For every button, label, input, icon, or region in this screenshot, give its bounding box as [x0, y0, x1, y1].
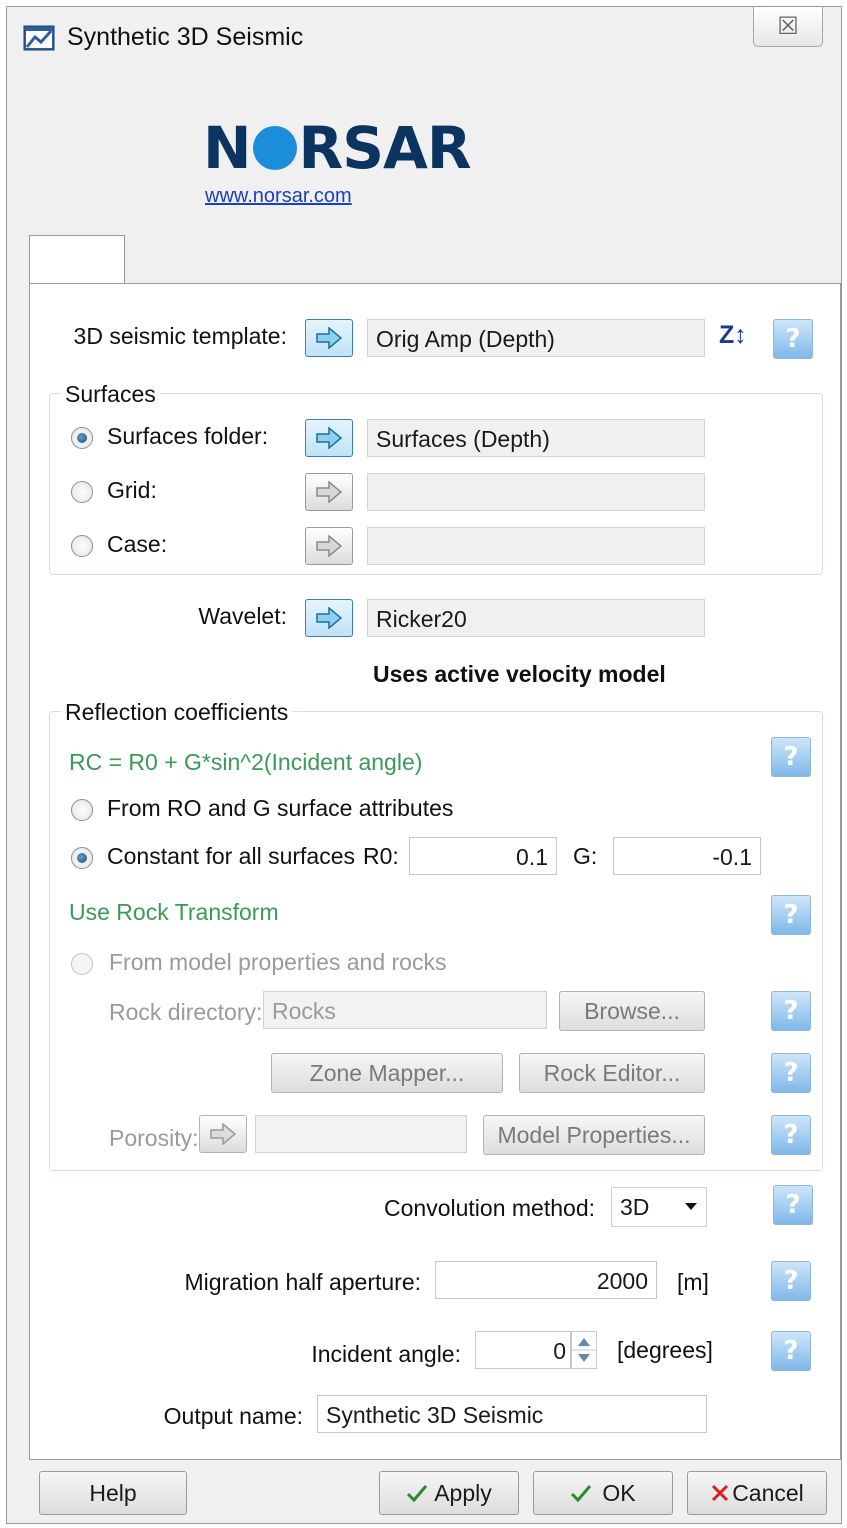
porosity-select-button[interactable]: [199, 1115, 247, 1153]
chevron-down-icon: [685, 1203, 697, 1210]
incident-unit-label: [degrees]: [617, 1337, 713, 1363]
rock-editor-help-icon[interactable]: ?: [771, 1053, 811, 1093]
rock-directory-field[interactable]: Rocks: [263, 991, 547, 1029]
rc-from-model-radio[interactable]: [71, 953, 93, 975]
porosity-help-icon[interactable]: ?: [771, 1115, 811, 1155]
right-arrow-icon: [316, 327, 342, 349]
norsar-logo: N RSAR: [203, 119, 483, 177]
output-name-label: Output name:: [163, 1403, 303, 1429]
migration-aperture-input[interactable]: 2000: [435, 1261, 657, 1299]
case-field[interactable]: [367, 527, 705, 565]
wavelet-field[interactable]: Ricker20: [367, 599, 705, 637]
case-label: Case:: [107, 531, 168, 557]
reflection-group-title: Reflection coefficients: [61, 699, 293, 726]
rc-from-attributes-label: From RO and G surface attributes: [107, 795, 454, 821]
rock-directory-help-icon[interactable]: ?: [771, 991, 811, 1031]
tab-main[interactable]: [29, 235, 125, 285]
window-title: Synthetic 3D Seismic: [67, 23, 304, 51]
wavelet-select-button[interactable]: [305, 599, 353, 637]
template-field[interactable]: Orig Amp (Depth): [367, 319, 705, 357]
rc-constant-radio[interactable]: [71, 847, 93, 869]
wavelet-label: Wavelet:: [198, 603, 287, 629]
template-select-button[interactable]: [305, 319, 353, 357]
r0-label: R0:: [363, 843, 399, 869]
right-arrow-icon: [316, 427, 342, 449]
rock-directory-label: Rock directory:: [109, 999, 263, 1025]
migration-aperture-label: Migration half aperture:: [184, 1269, 421, 1295]
convolution-method-label: Convolution method:: [384, 1195, 595, 1221]
apply-button[interactable]: Apply: [379, 1471, 519, 1515]
g-input[interactable]: -0.1: [613, 837, 761, 875]
incident-help-icon[interactable]: ?: [771, 1331, 811, 1371]
depth-domain-icon: Z↕: [719, 321, 747, 349]
migration-help-icon[interactable]: ?: [771, 1261, 811, 1301]
grid-field[interactable]: [367, 473, 705, 511]
template-help-icon[interactable]: ?: [773, 319, 813, 359]
checkmark-icon: [571, 1485, 592, 1503]
r0-input[interactable]: 0.1: [409, 837, 557, 875]
convolution-help-icon[interactable]: ?: [773, 1185, 813, 1225]
apply-label: Apply: [434, 1479, 492, 1506]
logo-circle-icon: [252, 126, 297, 170]
help-button[interactable]: Help: [39, 1471, 187, 1515]
surfaces-group-title: Surfaces: [61, 381, 160, 408]
rock-transform-help-icon[interactable]: ?: [771, 895, 811, 935]
case-select-button[interactable]: [305, 527, 353, 565]
migration-unit-label: [m]: [677, 1269, 709, 1295]
porosity-label: Porosity:: [109, 1125, 199, 1151]
close-icon: ☒: [777, 13, 799, 40]
cancel-button[interactable]: Cancel: [687, 1471, 827, 1515]
dialog-window: Synthetic 3D Seismic ☒ N RSAR www.norsar…: [6, 6, 842, 1524]
reflection-coefficients-group: [49, 711, 823, 1171]
title-bar: Synthetic 3D Seismic ☒: [7, 7, 841, 69]
velocity-model-note: Uses active velocity model: [373, 661, 666, 687]
surfaces-folder-radio[interactable]: [71, 427, 93, 449]
ok-button[interactable]: OK: [533, 1471, 673, 1515]
rock-transform-label: Use Rock Transform: [69, 899, 279, 925]
grid-select-button[interactable]: [305, 473, 353, 511]
surfaces-folder-field[interactable]: Surfaces (Depth): [367, 419, 705, 457]
porosity-field[interactable]: [255, 1115, 467, 1153]
browse-button[interactable]: Browse...: [559, 991, 705, 1031]
logo-text-start: N: [203, 114, 252, 182]
incident-angle-input[interactable]: 0: [475, 1331, 571, 1369]
spinner-up-down-icon: [572, 1338, 596, 1362]
cross-icon: [712, 1484, 729, 1502]
incident-angle-spinner[interactable]: [571, 1331, 597, 1369]
convolution-method-select[interactable]: 3D: [611, 1187, 707, 1227]
cancel-label: Cancel: [732, 1479, 804, 1506]
surfaces-folder-label: Surfaces folder:: [107, 423, 269, 449]
rc-from-model-label: From model properties and rocks: [109, 949, 447, 975]
grid-radio[interactable]: [71, 481, 93, 503]
case-radio[interactable]: [71, 535, 93, 557]
output-name-input[interactable]: Synthetic 3D Seismic: [317, 1395, 707, 1433]
template-label: 3D seismic template:: [73, 323, 287, 349]
grid-label: Grid:: [107, 477, 157, 503]
g-label: G:: [573, 843, 598, 869]
logo-text-end: RSAR: [298, 114, 472, 182]
checkmark-icon: [407, 1485, 428, 1503]
rc-constant-label: Constant for all surfaces: [107, 843, 356, 869]
right-arrow-icon: [316, 481, 342, 503]
rc-from-attributes-radio[interactable]: [71, 799, 93, 821]
app-window-icon: [23, 25, 55, 51]
rock-editor-button[interactable]: Rock Editor...: [519, 1053, 705, 1093]
right-arrow-icon: [316, 607, 342, 629]
close-button[interactable]: ☒: [753, 7, 823, 47]
zone-mapper-button[interactable]: Zone Mapper...: [271, 1053, 503, 1093]
surfaces-folder-select-button[interactable]: [305, 419, 353, 457]
norsar-website-link[interactable]: www.norsar.com: [205, 185, 352, 208]
right-arrow-icon: [316, 535, 342, 557]
right-arrow-icon: [210, 1123, 236, 1145]
ok-label: OK: [602, 1479, 636, 1506]
rc-formula-label: RC = R0 + G*sin^2(Incident angle): [69, 749, 423, 775]
convolution-method-value: 3D: [620, 1193, 650, 1220]
model-properties-button[interactable]: Model Properties...: [483, 1115, 705, 1155]
rc-help-icon[interactable]: ?: [771, 737, 811, 777]
incident-angle-label: Incident angle:: [311, 1341, 461, 1367]
